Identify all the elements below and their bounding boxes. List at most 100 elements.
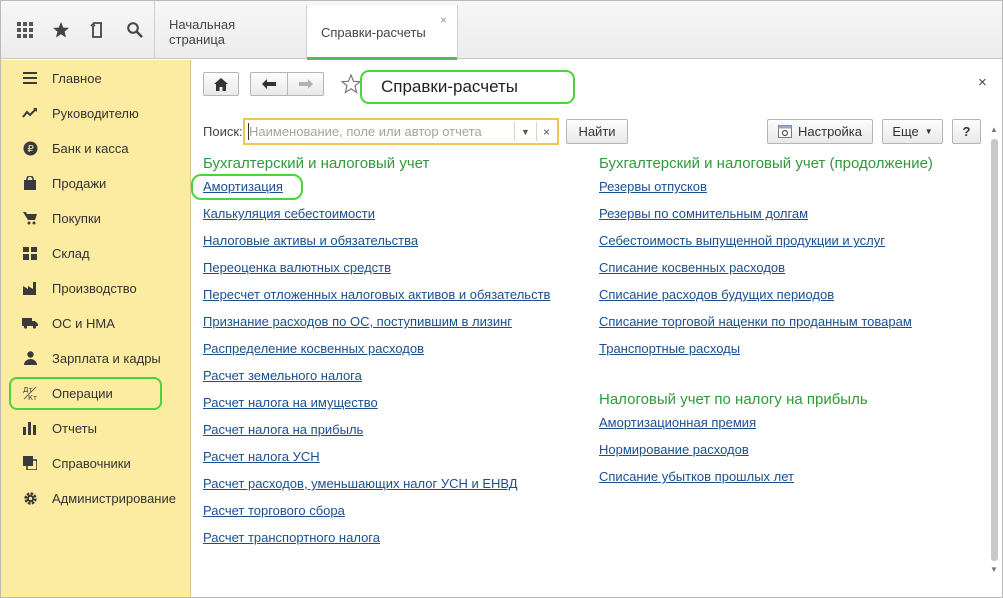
settings-button[interactable]: Настройка	[767, 119, 873, 144]
ruble-coin-icon: ₽	[21, 139, 39, 157]
person-icon	[21, 349, 39, 367]
home-icon	[214, 77, 228, 91]
help-button[interactable]: ?	[952, 119, 981, 144]
report-link[interactable]: Признание расходов по ОС, поступившим в …	[203, 314, 512, 329]
debit-credit-icon: Дт Кт	[21, 384, 39, 402]
tab-label: Справки-расчеты	[321, 25, 426, 40]
search-dropdown-icon[interactable]: ▼	[514, 122, 536, 141]
report-link[interactable]: Калькуляция себестоимости	[203, 206, 375, 221]
forward-button[interactable]	[287, 72, 324, 96]
sidebar-item-label: Продажи	[52, 175, 107, 191]
report-link[interactable]: Резервы отпусков	[599, 179, 707, 194]
search-input[interactable]	[249, 122, 511, 141]
report-link[interactable]: Списание косвенных расходов	[599, 260, 785, 275]
sidebar-item-label: Производство	[52, 280, 137, 296]
search-label: Поиск:	[203, 124, 243, 139]
report-link[interactable]: Распределение косвенных расходов	[203, 341, 424, 356]
report-link[interactable]: Резервы по сомнительным долгам	[599, 206, 808, 221]
truck-icon	[21, 314, 39, 332]
report-link[interactable]: Налоговые активы и обязательства	[203, 233, 418, 248]
arrow-right-icon	[298, 79, 313, 89]
sidebar-item-purchases[interactable]: Покупки	[1, 203, 191, 233]
report-link[interactable]: Транспортные расходы	[599, 341, 740, 356]
shopping-cart-icon	[21, 209, 39, 227]
report-link[interactable]: Списание убытков прошлых лет	[599, 469, 794, 484]
report-link[interactable]: Расчет налога УСН	[203, 449, 320, 464]
report-link[interactable]: Расчет транспортного налога	[203, 530, 380, 545]
top-bar: Начальная страница Справки-расчеты ×	[1, 1, 1002, 60]
sidebar-item-label: Администрирование	[52, 490, 176, 506]
sidebar-item-manager[interactable]: Руководителю	[1, 98, 191, 128]
more-button[interactable]: Еще ▼	[882, 119, 943, 144]
sidebar-item-administration[interactable]: Администрирование	[1, 483, 191, 513]
svg-text:₽: ₽	[27, 144, 34, 155]
sidebar-item-label: Руководителю	[52, 105, 139, 121]
sidebar-item-directories[interactable]: Справочники	[1, 448, 191, 478]
star-icon[interactable]	[50, 19, 72, 41]
sidebar-item-main[interactable]: Главное	[1, 63, 191, 93]
settings-button-label: Настройка	[798, 124, 862, 139]
gear-icon	[21, 489, 39, 507]
factory-icon	[21, 279, 39, 297]
home-button[interactable]	[203, 72, 239, 96]
sidebar-item-salary-hr[interactable]: Зарплата и кадры	[1, 343, 191, 373]
sidebar: Главное Руководителю ₽ Банк и касса Прод…	[1, 60, 191, 597]
warehouse-grid-icon	[21, 244, 39, 262]
back-button[interactable]	[250, 72, 287, 96]
report-link[interactable]: Пересчет отложенных налоговых активов и …	[203, 287, 550, 302]
search-field: ▼ ×	[243, 118, 559, 145]
report-link[interactable]: Расчет расходов, уменьшающих налог УСН и…	[203, 476, 518, 491]
tab-close-icon[interactable]: ×	[440, 13, 447, 27]
tab-home-page[interactable]: Начальная страница	[155, 5, 307, 59]
vertical-scrollbar[interactable]: ▲ ▼	[988, 123, 1000, 577]
sidebar-item-label: Склад	[52, 245, 90, 261]
report-link[interactable]: Амортизация	[203, 179, 283, 194]
svg-text:Дт: Дт	[23, 386, 33, 394]
close-form-icon[interactable]: ×	[978, 74, 987, 91]
sidebar-item-label: Справочники	[52, 455, 131, 471]
bar-chart-icon	[21, 419, 39, 437]
sidebar-item-label: Отчеты	[52, 420, 97, 436]
report-link[interactable]: Нормирование расходов	[599, 442, 749, 457]
more-button-label: Еще	[892, 124, 919, 139]
favorite-star-icon[interactable]	[340, 73, 362, 97]
sidebar-item-label: ОС и НМА	[52, 315, 115, 331]
application-window: Начальная страница Справки-расчеты × Гла…	[0, 0, 1003, 598]
report-link[interactable]: Списание расходов будущих периодов	[599, 287, 834, 302]
sidebar-item-warehouse[interactable]: Склад	[1, 238, 191, 268]
sidebar-item-sales[interactable]: Продажи	[1, 168, 191, 198]
report-link[interactable]: Расчет налога на имущество	[203, 395, 378, 410]
report-link[interactable]: Расчет торгового сбора	[203, 503, 345, 518]
sidebar-item-operations[interactable]: Дт Кт Операции	[1, 378, 191, 408]
history-icon[interactable]	[87, 19, 109, 41]
report-link[interactable]: Себестоимость выпущенной продукции и усл…	[599, 233, 885, 248]
report-link[interactable]: Списание торговой наценки по проданным т…	[599, 314, 912, 329]
main-content: Справки-расчеты × Поиск: ▼ × Найти Настр…	[191, 60, 1002, 597]
trend-chart-icon	[21, 104, 39, 122]
scroll-down-icon[interactable]: ▼	[990, 565, 998, 574]
sidebar-item-production[interactable]: Производство	[1, 273, 191, 303]
arrow-left-icon	[262, 79, 276, 89]
sidebar-item-reports[interactable]: Отчеты	[1, 413, 191, 443]
find-button[interactable]: Найти	[566, 119, 628, 144]
page-title: Справки-расчеты	[381, 77, 518, 96]
report-link[interactable]: Расчет налога на прибыль	[203, 422, 363, 437]
search-icon[interactable]	[124, 19, 146, 41]
svg-text:Кт: Кт	[28, 394, 37, 401]
scrollbar-thumb[interactable]	[991, 139, 998, 561]
chevron-down-icon: ▼	[924, 127, 933, 136]
report-link[interactable]: Расчет земельного налога	[203, 368, 362, 383]
search-clear-icon[interactable]: ×	[536, 122, 556, 141]
sidebar-item-bank[interactable]: ₽ Банк и касса	[1, 133, 191, 163]
sidebar-item-label: Покупки	[52, 210, 101, 226]
tab-label: Начальная страница	[169, 17, 236, 47]
report-link[interactable]: Амортизационная премия	[599, 415, 756, 430]
sidebar-item-label: Банк и касса	[52, 140, 129, 156]
menu-lines-icon	[21, 69, 39, 87]
sidebar-item-fixed-assets[interactable]: ОС и НМА	[1, 308, 191, 338]
report-link[interactable]: Переоценка валютных средств	[203, 260, 391, 275]
scroll-up-icon[interactable]: ▲	[990, 125, 998, 134]
apps-grid-icon[interactable]	[14, 19, 36, 41]
group-title-accounting-continued: Бухгалтерский и налоговый учет (продолже…	[599, 155, 933, 172]
tab-reports-calculations[interactable]: Справки-расчеты ×	[307, 5, 458, 60]
